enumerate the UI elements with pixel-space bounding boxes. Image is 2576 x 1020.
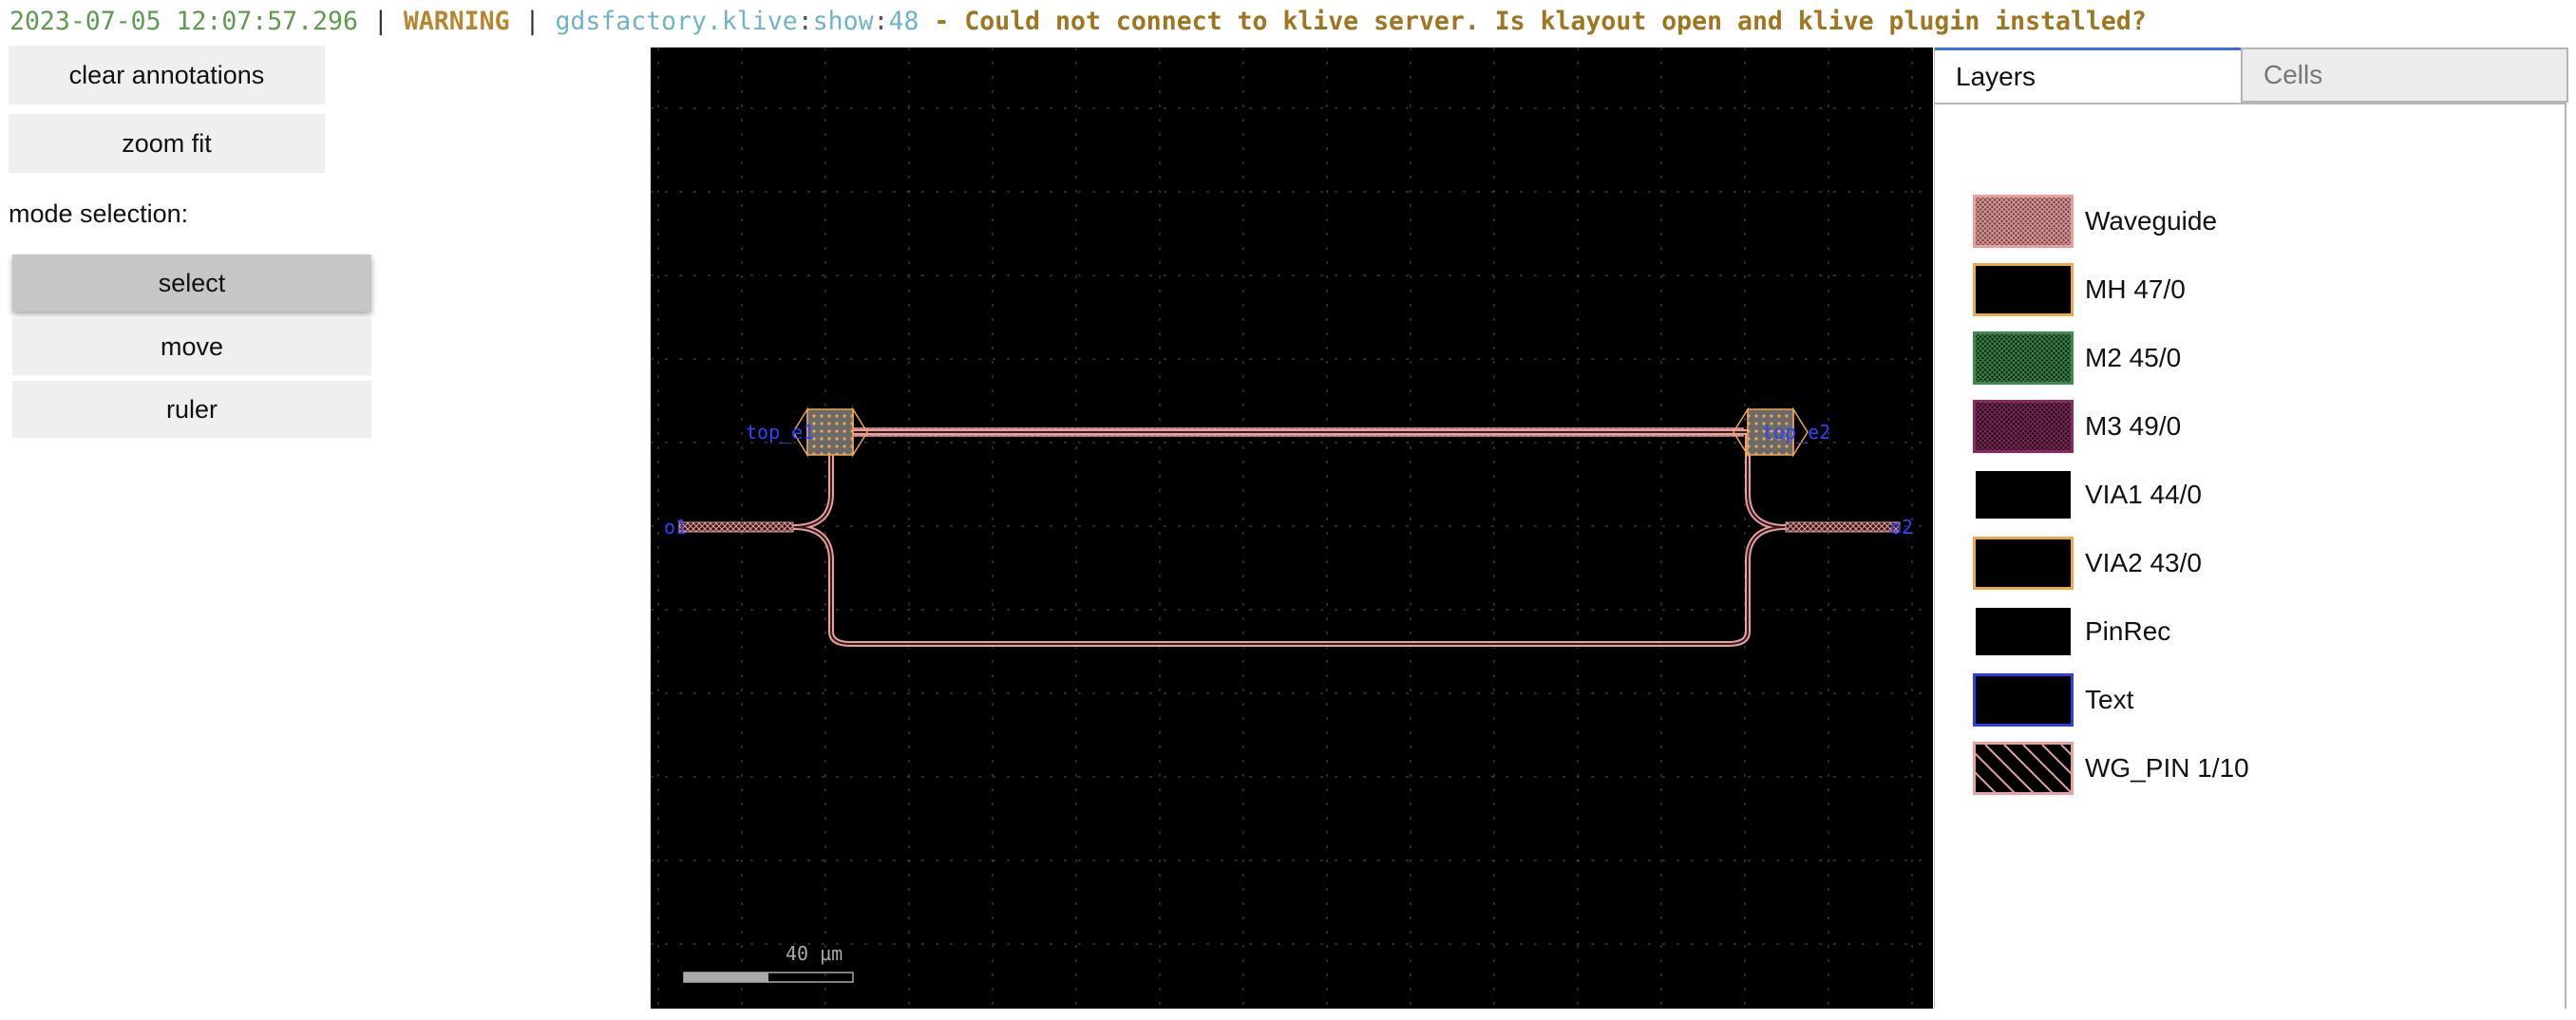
layer-row-wg-pin[interactable]: WG_PIN 1/10: [1973, 739, 2249, 798]
layer-row-via1[interactable]: VIA1 44/0: [1973, 465, 2202, 524]
mode-select-button[interactable]: select: [12, 255, 371, 312]
layout-viewer-canvas[interactable]: top_e1 top_e2 o1 o2 40 µm: [651, 47, 1933, 1009]
mode-selection-label: mode selection:: [9, 199, 189, 228]
layer-name: PinRec: [2085, 616, 2171, 646]
layout-svg[interactable]: top_e1 top_e2 o1 o2 40 µm: [651, 47, 1933, 1009]
grid-lines: [651, 47, 1933, 1009]
log-dash: -: [934, 7, 950, 36]
layer-row-via2[interactable]: VIA2 43/0: [1973, 534, 2202, 593]
layer-row-m3[interactable]: M3 49/0: [1973, 397, 2181, 456]
log-text: Could not connect to klive server. Is kl…: [964, 7, 2147, 36]
tab-layers[interactable]: Layers: [1935, 47, 2241, 103]
log-colon: :: [797, 7, 813, 36]
waveguide-core: [679, 431, 1900, 645]
layer-name: MH 47/0: [2085, 274, 2186, 304]
port-label-o1: o1: [664, 516, 687, 538]
layer-name: WG_PIN 1/10: [2085, 753, 2249, 783]
layer-row-mh[interactable]: MH 47/0: [1973, 260, 2186, 319]
layer-row-m2[interactable]: M2 45/0: [1973, 329, 2181, 387]
layer-swatch-via1[interactable]: [1973, 468, 2074, 521]
layer-name: Waveguide: [2085, 206, 2218, 236]
log-separator: |: [524, 7, 540, 36]
layer-row-pinrec[interactable]: PinRec: [1973, 602, 2170, 661]
layer-swatch-m2[interactable]: [1973, 331, 2074, 385]
log-separator: |: [372, 7, 388, 36]
layer-swatch-mh[interactable]: [1973, 263, 2074, 316]
scale-bar-fill: [684, 973, 768, 982]
layer-name: VIA2 43/0: [2085, 548, 2202, 577]
layer-name: M2 45/0: [2085, 343, 2182, 372]
taper-right[interactable]: [1785, 521, 1901, 533]
log-timestamp: 2023-07-05 12:07:57.296: [9, 7, 358, 36]
layer-row-text[interactable]: Text: [1973, 671, 2133, 729]
port-label-top-e2: top_e2: [1762, 421, 1830, 444]
layer-name: M3 49/0: [2085, 411, 2182, 441]
layer-swatch-wg-pin[interactable]: [1973, 742, 2074, 795]
port-label-top-e1: top_e1: [746, 421, 814, 444]
layer-name: VIA1 44/0: [2085, 480, 2202, 509]
layers-list: Waveguide MH 47/0 M2 45/0 M3 49/0 VIA1 4…: [1935, 103, 2567, 1009]
tab-cells[interactable]: Cells: [2241, 47, 2568, 103]
mode-ruler-button[interactable]: ruler: [12, 381, 371, 438]
log-module: gdsfactory.klive: [555, 7, 798, 36]
zoom-fit-button[interactable]: zoom fit: [9, 114, 325, 173]
log-function: show: [812, 7, 874, 36]
side-panel: Layers Cells Waveguide MH 47/0 M2 45/0 M…: [1934, 47, 2568, 1009]
log-colon: :: [873, 7, 889, 36]
layer-swatch-m3[interactable]: [1973, 400, 2074, 453]
layer-row-waveguide[interactable]: Waveguide: [1973, 192, 2217, 251]
taper-left[interactable]: [678, 521, 794, 533]
mode-move-button[interactable]: move: [12, 318, 371, 375]
layer-swatch-pinrec[interactable]: [1973, 605, 2074, 658]
clear-annotations-button[interactable]: clear annotations: [9, 46, 325, 104]
layer-swatch-via2[interactable]: [1973, 537, 2074, 590]
layer-swatch-text[interactable]: [1973, 673, 2074, 727]
layer-name: Text: [2085, 685, 2134, 714]
log-line: 48: [888, 7, 919, 36]
layer-swatch-waveguide[interactable]: [1973, 195, 2074, 248]
waveguide-paths[interactable]: [679, 429, 1900, 647]
port-label-o2: o2: [1890, 516, 1913, 538]
log-message: 2023-07-05 12:07:57.296 | WARNING | gdsf…: [9, 6, 2147, 38]
log-level: WARNING: [403, 7, 510, 36]
scale-bar-label: 40 µm: [786, 942, 843, 965]
